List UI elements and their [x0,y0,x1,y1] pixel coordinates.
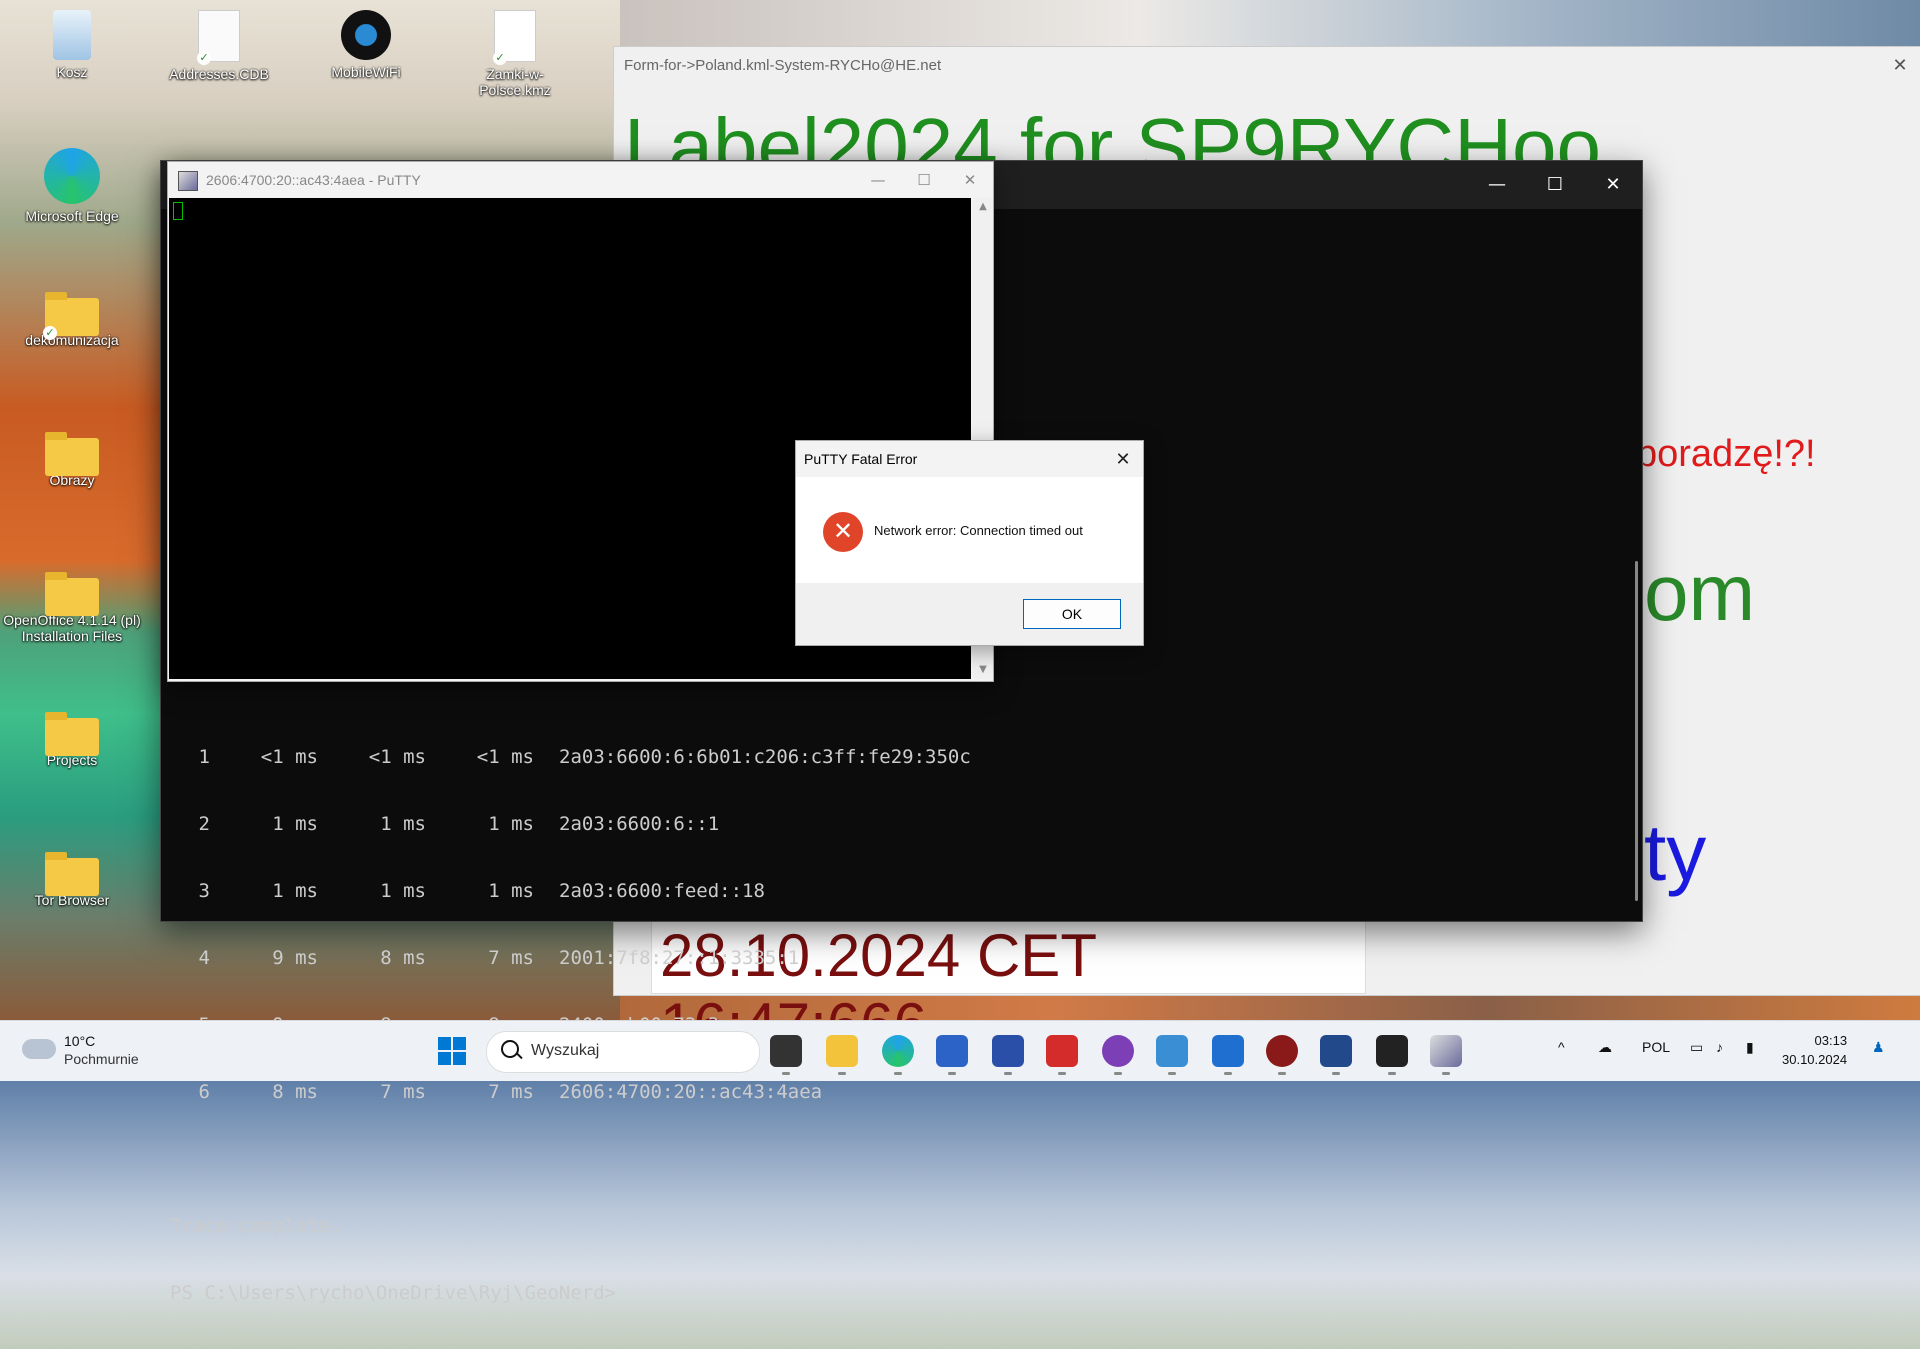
scroll-down-icon[interactable]: ▼ [973,661,993,679]
start-button[interactable] [436,1035,468,1067]
virtualbox-icon[interactable] [1320,1035,1352,1075]
search-placeholder: Wyszukaj [531,1042,600,1059]
recycle-bin-icon [53,10,91,60]
folder-icon: ✓ [43,292,99,340]
terminal-icon[interactable] [1376,1035,1408,1075]
dialog-footer: OK [796,583,1143,645]
task-view-icon[interactable] [770,1035,802,1075]
cloud-icon [22,1039,56,1059]
edge-icon[interactable] [882,1035,914,1075]
desktop-icon-label: Kosz [56,64,88,80]
shell-prompt[interactable]: PS C:\Users\rycho\OneDrive\Ryj\GeoNerd> [170,1282,1642,1305]
form-red-text: poradzę!?! [1636,433,1816,475]
desktop-icon-tor[interactable]: Tor Browser [22,850,122,908]
maximize-icon[interactable]: ☐ [1526,161,1584,209]
desktop-icon-projects[interactable]: Projects [22,710,122,768]
close-icon[interactable]: ✕ [947,162,993,198]
trace-row: 49 ms 8 ms 7 ms 2001:7f8:27::1:3335:1 [198,947,800,969]
folder-icon [45,712,99,756]
ok-button[interactable]: OK [1023,599,1121,629]
battery-icon[interactable]: ▮ [1746,1039,1754,1056]
github-icon[interactable] [1102,1035,1134,1075]
terminal-scrollbar[interactable] [1635,561,1638,901]
store-icon[interactable] [936,1035,968,1075]
edge-icon [44,148,100,204]
putty-titlebar[interactable]: 2606:4700:20::ac43:4aea - PuTTY — ☐ ✕ [168,162,993,198]
wifi-icon [341,10,391,60]
desktop-icon-label: Addresses.CDB [169,66,269,82]
putty-title: 2606:4700:20::ac43:4aea - PuTTY [206,172,421,188]
trace-row: 31 ms 1 ms 1 ms 2a03:6600:feed::18 [198,880,765,902]
error-icon: ✕ [823,512,863,552]
desktop-icon-obrazy[interactable]: Obrazy [22,430,122,488]
document-icon: ✓ [197,10,240,65]
putty-icon[interactable] [1430,1035,1462,1075]
dialog-message: Network error: Connection timed out [874,523,1083,538]
desktop-icon-label: Microsoft Edge [25,208,119,224]
clock-date: 30.10.2024 [1782,1052,1848,1067]
close-icon[interactable]: ✕ [1584,161,1642,209]
close-icon[interactable]: ✕ [1103,441,1143,477]
desktop-icon-label: MobileWiFi [331,64,401,80]
maximize-icon[interactable]: ☐ [901,162,947,198]
kmz-file-icon: ✓ [493,10,536,65]
terminal-cursor [173,202,183,220]
folder-icon [45,572,99,616]
pictures-folder-icon [45,432,99,476]
sync-status-icon: ✓ [197,51,211,65]
fatal-error-dialog[interactable]: PuTTY Fatal Error ✕ ✕ Network error: Con… [795,440,1144,646]
search-icon [501,1040,519,1058]
minimize-icon[interactable]: — [855,162,901,198]
taskbar-search[interactable]: Wyszukaj [486,1031,760,1073]
desktop-icon-label: OpenOffice 4.1.14 (pl) Installation File… [3,612,141,644]
app-red-icon[interactable] [1046,1035,1078,1075]
desktop-icon-dekomunizacja[interactable]: ✓ dekomunizacja [22,290,122,348]
onedrive-icon[interactable]: ☁ [1598,1039,1612,1056]
trace-row: 21 ms 1 ms 1 ms 2a03:6600:6::1 [198,813,720,835]
desktop-icon-openoffice[interactable]: OpenOffice 4.1.14 (pl) Installation File… [2,570,142,644]
notepad-icon[interactable] [1156,1035,1188,1075]
form-green-text: om [1644,548,1756,637]
save-disk-icon[interactable] [992,1035,1024,1075]
network-icon[interactable]: ▭ [1690,1039,1703,1056]
desktop-icon-recycle-bin[interactable]: Kosz [22,10,122,80]
weather-temp: 10°C [64,1033,96,1049]
desktop-icon-kmz[interactable]: ✓ Zamki-w-Polsce.kmz [455,10,575,98]
desktop-icon-addresses[interactable]: ✓ Addresses.CDB [169,10,269,82]
scroll-up-icon[interactable]: ▲ [973,198,993,216]
form-window-title: Form-for->Poland.kml-System-RYCHo@HE.net [624,57,942,74]
minimize-icon[interactable]: — [1468,161,1526,209]
notification-bell-icon[interactable]: ♟ [1872,1039,1885,1056]
app-d-icon[interactable] [1266,1035,1298,1075]
weather-condition: Pochmurnie [64,1051,139,1067]
trace-row: 68 ms 7 ms 7 ms 2606:4700:20::ac43:4aea [198,1081,823,1103]
clock[interactable]: 03:13 30.10.2024 [1782,1031,1847,1069]
volume-icon[interactable]: ♪ [1716,1039,1723,1055]
sync-status-icon: ✓ [43,326,57,340]
chevron-up-icon[interactable]: ^ [1558,1039,1565,1055]
file-explorer-icon[interactable] [826,1035,858,1075]
tor-folder-icon [45,852,99,896]
language-indicator[interactable]: POL [1642,1039,1670,1055]
desktop-icon-mobilewifi[interactable]: MobileWiFi [316,10,416,80]
dialog-title: PuTTY Fatal Error [796,441,1143,477]
close-icon[interactable]: ✕ [1885,51,1915,81]
taskbar: 10°C Pochmurnie Wyszukaj ^ ☁ POL ▭ ♪ ▮ 0… [0,1020,1920,1081]
clock-time: 03:13 [1814,1033,1848,1048]
desktop-icon-edge[interactable]: Microsoft Edge [22,148,122,224]
app-blue-icon[interactable] [1212,1035,1244,1075]
sync-status-icon: ✓ [493,51,507,65]
desktop-icon-label: Zamki-w-Polsce.kmz [479,66,551,98]
putty-app-icon [178,171,198,191]
windows-icon [438,1037,466,1065]
form-blue-text: ty [1644,808,1707,897]
trace-complete-line: Trace complete. [170,1215,342,1237]
trace-row: 1 <1 ms <1 ms <1 ms 2a03:6600:6:6b01:c206:c3… [198,746,971,768]
